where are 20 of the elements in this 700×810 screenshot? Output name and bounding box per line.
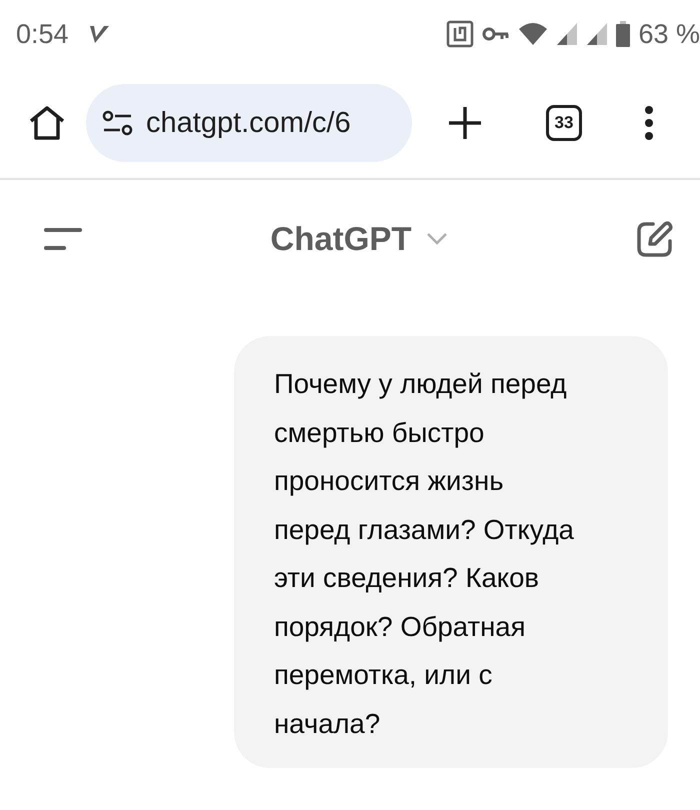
new-chat-button[interactable] [636, 220, 674, 258]
nfc-icon [446, 20, 474, 48]
wifi-icon [518, 21, 548, 47]
menu-button[interactable] [44, 227, 82, 251]
battery-percent: 63 % [638, 18, 700, 50]
site-settings-icon [102, 110, 134, 136]
key-icon [482, 26, 510, 42]
new-tab-button[interactable] [448, 106, 482, 140]
address-bar[interactable]: chatgpt.com/c/6 [86, 84, 412, 162]
chevron-down-icon [426, 232, 448, 246]
model-selector[interactable]: ChatGPT [270, 220, 448, 258]
battery-icon [616, 21, 630, 47]
user-message: Почему у людей перед смертью быстро проносится жизнь перед глазами? Откуда эти сведения? Каков порядок? Обратная перемотка, или с начала? [234, 336, 668, 768]
home-button[interactable] [28, 105, 66, 141]
tab-switcher-button[interactable]: 33 [546, 105, 582, 141]
signal-icon [556, 22, 578, 46]
signal-icon [586, 22, 608, 46]
clock: 0:54 [16, 18, 69, 50]
url-text: chatgpt.com/c/6 [146, 106, 351, 140]
more-menu-button[interactable] [644, 105, 654, 141]
